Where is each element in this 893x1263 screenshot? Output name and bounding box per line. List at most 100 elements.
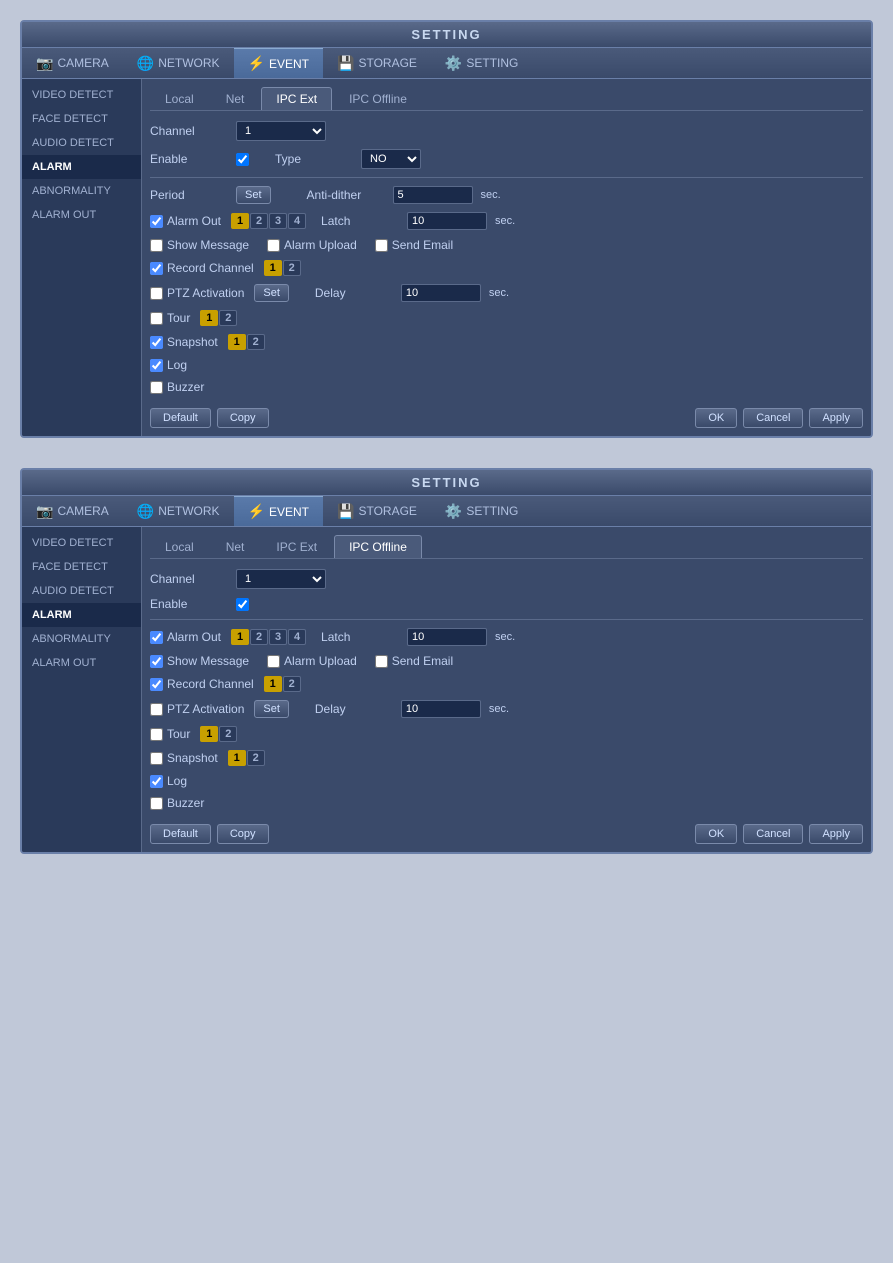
sidebar-item-abnormality[interactable]: ABNORMALITY [22, 627, 141, 651]
period-set-button[interactable]: Set [236, 186, 271, 204]
anti-dither-input[interactable] [393, 186, 473, 204]
alarm-upload-label[interactable]: Alarm Upload [267, 238, 357, 252]
snapshot-num-2[interactable]: 2 [247, 750, 265, 766]
snapshot-label[interactable]: Snapshot [150, 335, 218, 349]
sidebar-item-face-detect[interactable]: FACE DETECT [22, 107, 141, 131]
delay-input[interactable] [401, 284, 481, 302]
sub-tab-ipc-ext[interactable]: IPC Ext [261, 535, 332, 558]
alarm-out-num-4[interactable]: 4 [288, 213, 306, 229]
channel-select[interactable]: 1 [236, 121, 326, 141]
alarm-out-num-1[interactable]: 1 [231, 213, 249, 229]
alarm-upload-label[interactable]: Alarm Upload [267, 654, 357, 668]
latch-input[interactable] [407, 212, 487, 230]
ptz-set-button[interactable]: Set [254, 700, 289, 718]
tour-num-1[interactable]: 1 [200, 726, 218, 742]
log-checkbox[interactable] [150, 359, 163, 372]
alarm-out-num-2[interactable]: 2 [250, 629, 268, 645]
ptz-checkbox[interactable] [150, 703, 163, 716]
sidebar-item-alarm[interactable]: ALARM [22, 603, 141, 627]
alarm-upload-checkbox[interactable] [267, 655, 280, 668]
copy-button[interactable]: Copy [217, 824, 269, 844]
type-select[interactable]: NO [361, 149, 421, 169]
tour-checkbox[interactable] [150, 312, 163, 325]
alarm-out-num-1[interactable]: 1 [231, 629, 249, 645]
show-message-checkbox[interactable] [150, 239, 163, 252]
alarm-out-checkbox-label[interactable]: Alarm Out [150, 214, 221, 228]
ok-button[interactable]: OK [695, 824, 737, 844]
sidebar-item-face-detect[interactable]: FACE DETECT [22, 555, 141, 579]
sidebar-item-audio-detect[interactable]: AUDIO DETECT [22, 131, 141, 155]
record-channel-checkbox[interactable] [150, 262, 163, 275]
snapshot-label[interactable]: Snapshot [150, 751, 218, 765]
tour-num-2[interactable]: 2 [219, 726, 237, 742]
buzzer-checkbox[interactable] [150, 381, 163, 394]
cancel-button[interactable]: Cancel [743, 824, 803, 844]
enable-checkbox[interactable] [236, 598, 249, 611]
sidebar-item-video-detect[interactable]: VIDEO DETECT [22, 83, 141, 107]
nav-tab-setting[interactable]: ⚙️ SETTING [431, 497, 532, 526]
nav-tab-camera[interactable]: 📷 CAMERA [22, 49, 123, 78]
ptz-label[interactable]: PTZ Activation [150, 286, 244, 300]
show-message-checkbox[interactable] [150, 655, 163, 668]
tour-label[interactable]: Tour [150, 311, 190, 325]
ok-button[interactable]: OK [695, 408, 737, 428]
record-num-2[interactable]: 2 [283, 676, 301, 692]
sidebar-item-alarm-out[interactable]: ALARM OUT [22, 203, 141, 227]
record-channel-checkbox[interactable] [150, 678, 163, 691]
record-num-1[interactable]: 1 [264, 260, 282, 276]
log-label[interactable]: Log [150, 358, 187, 372]
ptz-label[interactable]: PTZ Activation [150, 702, 244, 716]
sub-tab-ipc-offline[interactable]: IPC Offline [334, 87, 422, 110]
send-email-checkbox[interactable] [375, 239, 388, 252]
sub-tab-net[interactable]: Net [211, 87, 260, 110]
tour-num-1[interactable]: 1 [200, 310, 218, 326]
delay-input[interactable] [401, 700, 481, 718]
default-button[interactable]: Default [150, 824, 211, 844]
nav-tab-event[interactable]: ⚡ EVENT [234, 496, 323, 526]
alarm-out-num-4[interactable]: 4 [288, 629, 306, 645]
show-message-label[interactable]: Show Message [150, 654, 249, 668]
alarm-out-checkbox-label[interactable]: Alarm Out [150, 630, 221, 644]
show-message-label[interactable]: Show Message [150, 238, 249, 252]
snapshot-num-1[interactable]: 1 [228, 334, 246, 350]
sidebar-item-alarm-out[interactable]: ALARM OUT [22, 651, 141, 675]
nav-tab-storage[interactable]: 💾 STORAGE [323, 497, 431, 526]
sidebar-item-audio-detect[interactable]: AUDIO DETECT [22, 579, 141, 603]
apply-button[interactable]: Apply [809, 408, 863, 428]
enable-checkbox[interactable] [236, 153, 249, 166]
alarm-upload-checkbox[interactable] [267, 239, 280, 252]
channel-select[interactable]: 1 [236, 569, 326, 589]
send-email-checkbox[interactable] [375, 655, 388, 668]
tour-num-2[interactable]: 2 [219, 310, 237, 326]
sidebar-item-abnormality[interactable]: ABNORMALITY [22, 179, 141, 203]
buzzer-label[interactable]: Buzzer [150, 796, 204, 810]
nav-tab-setting[interactable]: ⚙️ SETTING [431, 49, 532, 78]
nav-tab-network[interactable]: 🌐 NETWORK [123, 497, 234, 526]
alarm-out-num-2[interactable]: 2 [250, 213, 268, 229]
send-email-label[interactable]: Send Email [375, 654, 453, 668]
sub-tab-net[interactable]: Net [211, 535, 260, 558]
record-channel-label[interactable]: Record Channel [150, 261, 254, 275]
nav-tab-network[interactable]: 🌐 NETWORK [123, 49, 234, 78]
snapshot-checkbox[interactable] [150, 336, 163, 349]
alarm-out-num-3[interactable]: 3 [269, 213, 287, 229]
sub-tab-local[interactable]: Local [150, 535, 209, 558]
record-channel-label[interactable]: Record Channel [150, 677, 254, 691]
buzzer-label[interactable]: Buzzer [150, 380, 204, 394]
log-label[interactable]: Log [150, 774, 187, 788]
apply-button[interactable]: Apply [809, 824, 863, 844]
record-num-1[interactable]: 1 [264, 676, 282, 692]
nav-tab-event[interactable]: ⚡ EVENT [234, 48, 323, 78]
cancel-button[interactable]: Cancel [743, 408, 803, 428]
ptz-checkbox[interactable] [150, 287, 163, 300]
ptz-set-button[interactable]: Set [254, 284, 289, 302]
log-checkbox[interactable] [150, 775, 163, 788]
sub-tab-ipc-ext[interactable]: IPC Ext [261, 87, 332, 110]
alarm-out-checkbox[interactable] [150, 215, 163, 228]
send-email-label[interactable]: Send Email [375, 238, 453, 252]
sidebar-item-video-detect[interactable]: VIDEO DETECT [22, 531, 141, 555]
sub-tab-ipc-offline[interactable]: IPC Offline [334, 535, 422, 558]
tour-label[interactable]: Tour [150, 727, 190, 741]
sub-tab-local[interactable]: Local [150, 87, 209, 110]
buzzer-checkbox[interactable] [150, 797, 163, 810]
